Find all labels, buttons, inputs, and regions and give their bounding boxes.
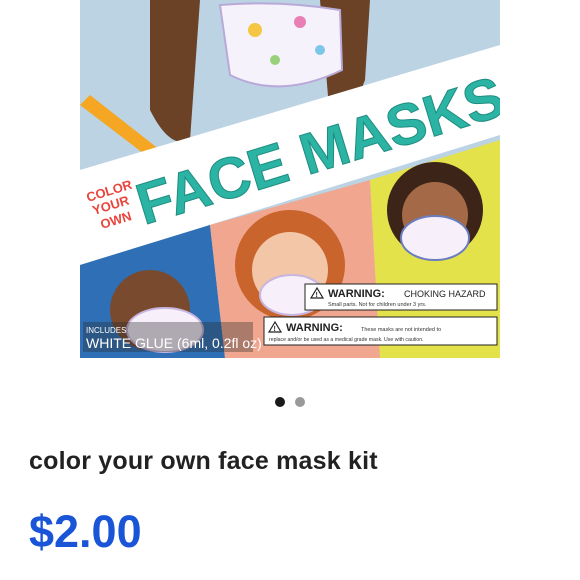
carousel-dot-1[interactable] (275, 397, 285, 407)
product-price: $2.00 (29, 506, 142, 557)
warning2-line2: replace and/or be used as a medical grad… (269, 337, 424, 343)
warning2-title: WARNING: (286, 322, 343, 334)
warning1-hazard: CHOKING HAZARD (404, 289, 486, 299)
warning1-detail: Small parts. Not for children under 3 yr… (328, 302, 427, 308)
includes-label: INCLUDES (86, 326, 126, 335)
mask-doodle (248, 23, 262, 37)
svg-text:!: ! (316, 292, 318, 299)
svg-text:!: ! (274, 326, 276, 333)
includes-item: WHITE GLUE (6ml, 0.2fl oz) (86, 335, 262, 351)
carousel-dot-2[interactable] (295, 397, 305, 407)
mask-doodle (294, 16, 306, 28)
mask-doodle (315, 45, 325, 55)
product-image[interactable]: COLOR YOUR OWN FACE MASKS INCLUDES WHITE… (80, 0, 500, 358)
mask-doodle (270, 55, 280, 65)
carousel-dots (0, 393, 580, 411)
warning1-title: WARNING: (328, 288, 385, 300)
kid-mask-right (400, 215, 470, 261)
warning2-line1: These masks are not intended to (361, 327, 441, 333)
product-title: color your own face mask kit (29, 447, 378, 475)
top-mask (218, 2, 344, 88)
